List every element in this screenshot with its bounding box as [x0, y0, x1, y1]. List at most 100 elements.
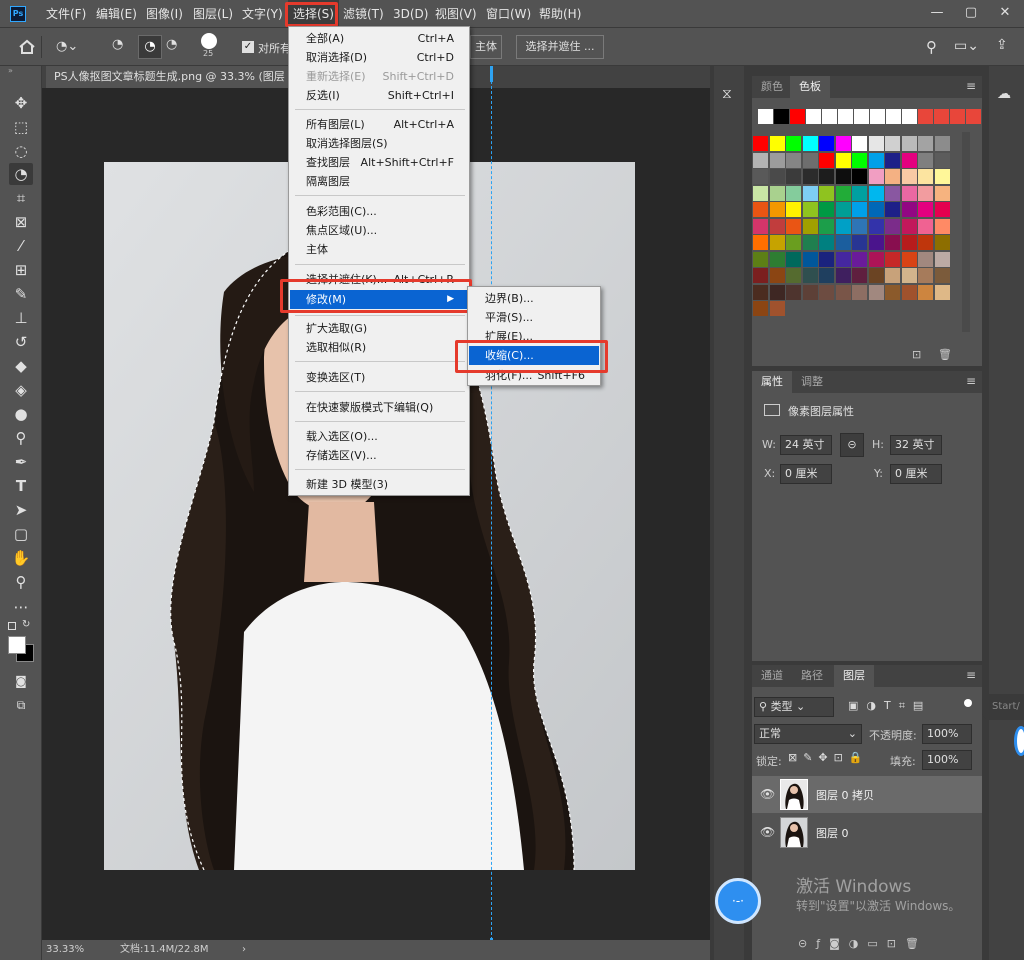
recent-swatch[interactable] — [806, 109, 821, 124]
menu-image[interactable]: 图像(I) — [146, 0, 183, 28]
color-swatch[interactable] — [835, 185, 851, 201]
width-field[interactable]: 24 英寸 — [780, 435, 832, 455]
color-swatch[interactable] — [819, 235, 834, 250]
panel-menu-icon[interactable]: ≡ — [966, 79, 976, 93]
color-swatch[interactable] — [802, 218, 818, 234]
color-swatch[interactable] — [918, 169, 933, 184]
color-swatch[interactable] — [901, 235, 917, 250]
screen-mode-icon[interactable]: ⧉ — [9, 694, 33, 716]
move-tool-icon[interactable]: ✥ — [9, 92, 33, 114]
delete-swatch-icon[interactable]: 🗑 — [938, 348, 952, 361]
foreground-color-swatch[interactable] — [8, 636, 26, 654]
color-swatch[interactable] — [786, 136, 801, 151]
color-swatch[interactable] — [802, 169, 818, 184]
filter-icons[interactable]: ▣◑T⌗▤ — [848, 699, 931, 713]
new-swatch-icon[interactable]: ⊡ — [912, 348, 921, 361]
color-swatch[interactable] — [786, 251, 801, 267]
color-swatch[interactable] — [868, 218, 884, 234]
color-swatch[interactable] — [802, 235, 818, 250]
color-swatch[interactable] — [934, 185, 950, 201]
color-swatch[interactable] — [918, 202, 933, 217]
marquee-tool-icon[interactable]: ⬚ — [9, 116, 33, 138]
filter-toggle-icon[interactable] — [964, 699, 972, 707]
menu-item-deselect-layers[interactable]: 取消选择图层(S) — [290, 134, 468, 153]
layer-actions-icons[interactable]: ⊝ƒ◙◑▭⊡🗑 — [798, 937, 928, 950]
tab-adjustments[interactable]: 调整 — [792, 371, 832, 393]
color-swatch[interactable] — [934, 284, 950, 300]
new-selection-icon[interactable]: ◔ — [112, 37, 132, 57]
type-tool-icon[interactable]: T — [9, 475, 33, 497]
zoom-level[interactable]: 33.33% — [46, 940, 84, 960]
color-swatch[interactable] — [852, 169, 867, 184]
side-hint-tab[interactable]: Start/ — [982, 694, 1024, 720]
color-swatch[interactable] — [852, 185, 867, 201]
dodge-tool-icon[interactable]: ⚲ — [9, 427, 33, 449]
color-swatch[interactable] — [753, 152, 768, 168]
quick-selection-tool-icon[interactable]: ◔ — [9, 163, 33, 185]
color-swatch[interactable] — [835, 136, 851, 151]
panel-menu-icon[interactable]: ≡ — [966, 668, 976, 682]
color-swatch[interactable] — [901, 268, 917, 283]
color-swatch[interactable] — [918, 185, 933, 201]
status-arrow-icon[interactable]: › — [242, 940, 246, 960]
y-field[interactable]: 0 厘米 — [890, 464, 942, 484]
color-swatch[interactable] — [934, 202, 950, 217]
color-swatch[interactable] — [786, 284, 801, 300]
crop-tool-icon[interactable]: ⌗ — [9, 187, 33, 209]
x-field[interactable]: 0 厘米 — [780, 464, 832, 484]
color-swatch[interactable] — [769, 251, 785, 267]
color-swatch[interactable] — [885, 136, 900, 151]
zoom-tool-icon[interactable]: ⚲ — [9, 571, 33, 593]
color-swatch[interactable] — [802, 284, 818, 300]
close-button[interactable]: ✕ — [988, 0, 1022, 28]
subject-button[interactable]: 主体 — [470, 35, 502, 59]
color-swatch[interactable] — [934, 169, 950, 184]
color-swatch[interactable] — [819, 169, 834, 184]
color-swatch[interactable] — [918, 284, 933, 300]
color-swatch[interactable] — [753, 136, 768, 151]
recent-swatch[interactable] — [950, 109, 965, 124]
menu-filter[interactable]: 滤镜(T) — [343, 0, 384, 28]
color-swatch[interactable] — [769, 284, 785, 300]
color-swatch[interactable] — [901, 284, 917, 300]
swatches-scrollbar[interactable] — [962, 132, 970, 332]
menu-item-isolate-layers[interactable]: 隔离图层 — [290, 172, 468, 191]
color-swatch[interactable] — [868, 268, 884, 283]
color-swatch[interactable] — [769, 301, 785, 316]
recent-swatch[interactable] — [774, 109, 789, 124]
document-tab[interactable]: PS人像抠图文章标题生成.png @ 33.3% (图层 — [46, 66, 293, 88]
guide-line[interactable] — [491, 66, 492, 940]
color-swatch[interactable] — [934, 218, 950, 234]
recent-swatch[interactable] — [838, 109, 853, 124]
tab-channels[interactable]: 通道 — [752, 665, 792, 687]
color-swatch[interactable] — [901, 251, 917, 267]
color-swatch[interactable] — [753, 268, 768, 283]
color-swatch[interactable] — [852, 152, 867, 168]
lasso-tool-icon[interactable]: ◌ — [9, 140, 33, 162]
color-swatch[interactable] — [769, 152, 785, 168]
menu-type[interactable]: 文字(Y) — [242, 0, 283, 28]
color-swatch[interactable] — [802, 202, 818, 217]
quick-mask-icon[interactable]: ◙ — [9, 670, 33, 692]
guide-top-handle[interactable] — [490, 66, 493, 82]
menu-item-border[interactable]: 边界(B)... — [469, 289, 599, 308]
color-swatch[interactable] — [786, 218, 801, 234]
color-swatch[interactable] — [852, 251, 867, 267]
layer-filter-select[interactable]: ⚲ 类型 ⌄ — [754, 697, 834, 717]
blur-tool-icon[interactable]: ● — [9, 403, 33, 425]
color-swatch[interactable] — [885, 169, 900, 184]
color-swatch[interactable] — [802, 152, 818, 168]
color-swatch[interactable] — [868, 202, 884, 217]
color-swatch[interactable] — [802, 185, 818, 201]
color-swatch[interactable] — [852, 235, 867, 250]
pen-tool-icon[interactable]: ✒ — [9, 451, 33, 473]
color-swatch[interactable] — [934, 268, 950, 283]
brush-tool-icon[interactable]: ✎ — [9, 283, 33, 305]
color-swatch[interactable] — [802, 268, 818, 283]
color-swatch[interactable] — [835, 152, 851, 168]
menu-edit[interactable]: 编辑(E) — [96, 0, 137, 28]
recent-swatch[interactable] — [918, 109, 933, 124]
quick-select-preset-icon[interactable]: ◔⌄ — [56, 36, 96, 58]
tab-paths[interactable]: 路径 — [792, 665, 832, 687]
panel-menu-icon[interactable]: ≡ — [966, 374, 976, 388]
